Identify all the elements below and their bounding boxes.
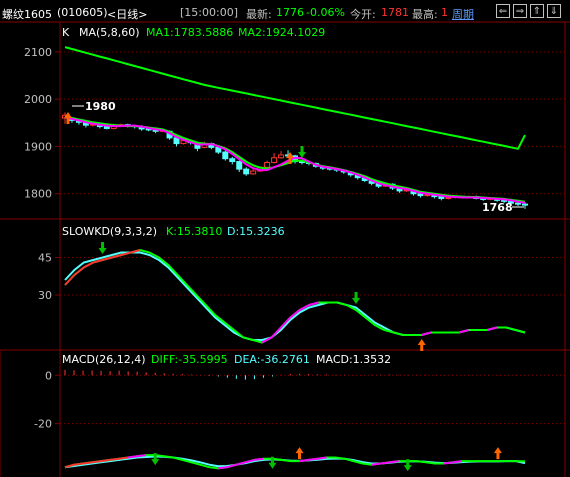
y-tick-label: 2100 [24, 46, 52, 59]
y-tick-label: 1900 [24, 140, 52, 153]
low-marker-label: 1768 [482, 201, 513, 214]
diff-rising-segment [100, 458, 111, 463]
slowkd-title: SLOWKD(9,3,3,2) [62, 225, 157, 238]
d-value-label: D:15.3236 [227, 225, 285, 238]
macd-value-label: MACD:1.3532 [316, 353, 391, 366]
chart-background [0, 22, 570, 477]
ma1-label: MA1:1783.5886 [146, 26, 233, 39]
y-tick-label: 2000 [24, 93, 52, 106]
diff-rising-segment [91, 460, 102, 464]
candle-body[interactable] [264, 162, 271, 168]
diff-rising-segment [299, 458, 309, 463]
diff-rising-segment [443, 461, 453, 465]
diff-rising-segment [137, 454, 147, 458]
y-tick-label: 45 [38, 252, 52, 265]
ma2-label: MA2:1924.1029 [238, 26, 325, 39]
diff-rising-segment [308, 457, 318, 461]
diff-rising-segment [452, 460, 462, 464]
candle-body[interactable] [515, 202, 522, 205]
candle-body[interactable] [522, 203, 528, 206]
y-tick-label: 30 [38, 289, 52, 302]
candle-body[interactable] [243, 168, 250, 175]
diff-rising-segment [389, 460, 399, 464]
diff-rising-segment [118, 456, 129, 460]
candle-body[interactable] [250, 170, 257, 175]
candle-body[interactable] [271, 157, 278, 163]
k-value-label: K:15.3810 [166, 225, 222, 238]
dea-label: DEA:-36.2761 [234, 353, 310, 366]
high-marker-label: 1980 [85, 100, 116, 113]
candle-body[interactable] [229, 158, 236, 163]
macd-title: MACD(26,12,4) [62, 353, 146, 366]
candle-body[interactable] [103, 126, 110, 129]
kline-title: K [62, 26, 70, 39]
y-tick-label: -20 [34, 418, 52, 431]
y-tick-label: 0 [45, 369, 52, 382]
y-tick-label: 1800 [24, 188, 52, 201]
diff-rising-segment [254, 457, 264, 461]
diff-rising-segment [128, 455, 138, 459]
diff-rising-segment [82, 461, 93, 465]
candle-body[interactable] [278, 154, 285, 159]
diff-rising-segment [109, 457, 120, 461]
diff-rising-segment [380, 461, 390, 465]
diff-rising-segment [371, 462, 381, 466]
candle-body[interactable] [222, 151, 229, 160]
chart-canvas[interactable]: 2100200019001800 4530 0-20 K MA(5,8,60) … [0, 0, 570, 477]
diff-rising-segment [218, 466, 228, 470]
diff-label: DIFF:-35.5995 [151, 353, 228, 366]
kline-indicator-label: MA(5,8,60) [79, 26, 140, 39]
candle-body[interactable] [236, 161, 243, 170]
diff-rising-segment [73, 462, 84, 466]
diff-rising-segment [317, 456, 327, 460]
